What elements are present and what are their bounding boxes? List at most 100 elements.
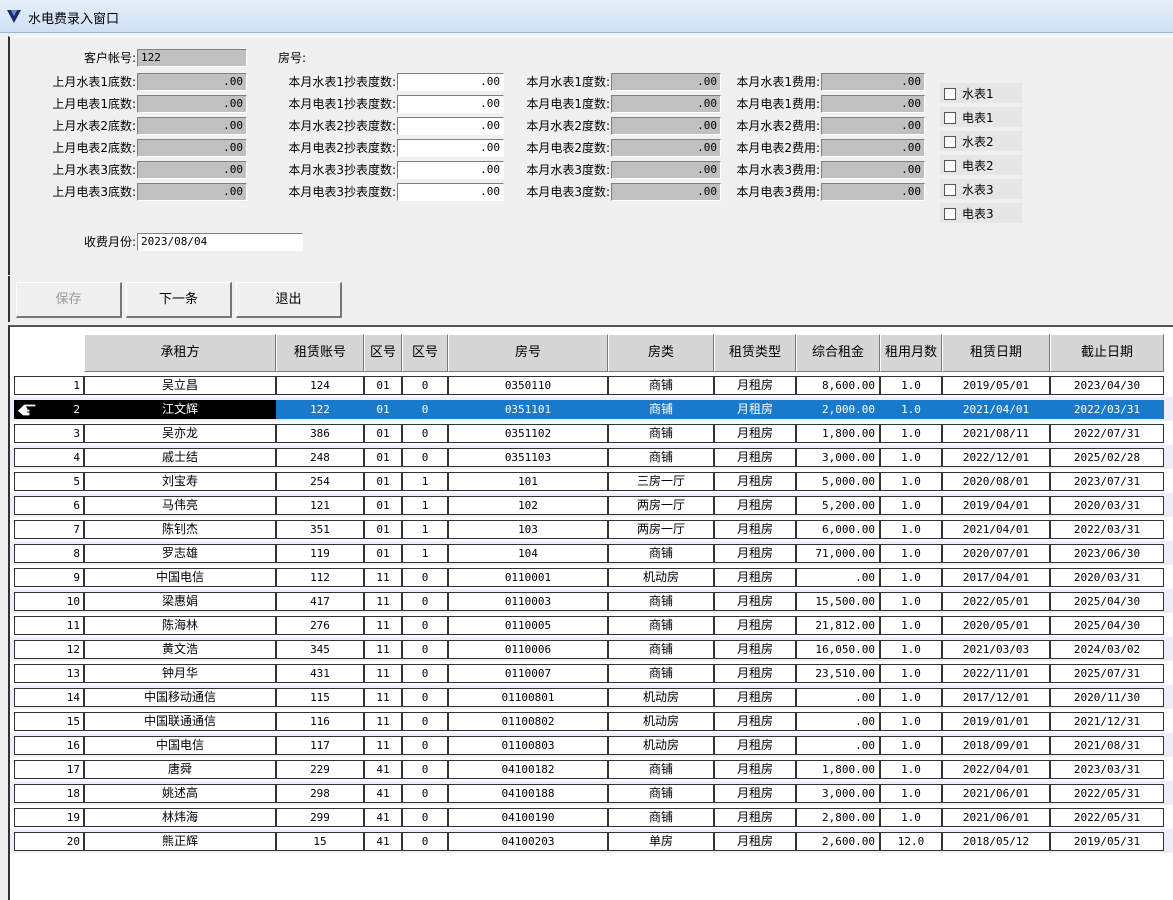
cell-tenant[interactable]: 黄文浩	[84, 640, 276, 659]
column-header[interactable]: 租赁账号	[276, 334, 364, 372]
cell-zone1[interactable]: 41	[364, 808, 402, 827]
cell-room[interactable]: 0110007	[448, 664, 608, 683]
cell-start[interactable]: 2019/01/01	[942, 712, 1050, 731]
cell-zone1[interactable]: 11	[364, 568, 402, 587]
cell-acct[interactable]: 229	[276, 760, 364, 779]
cell-type[interactable]: 商铺	[608, 448, 714, 467]
cell-room[interactable]: 102	[448, 496, 608, 515]
cell-acct[interactable]: 248	[276, 448, 364, 467]
cell-lease[interactable]: 月租房	[714, 760, 796, 779]
cell-end[interactable]: 2022/05/31	[1050, 784, 1164, 803]
cell-room[interactable]: 0110003	[448, 592, 608, 611]
cell-rent[interactable]: 2,000.00	[796, 400, 880, 419]
cell-zone2[interactable]: 0	[402, 616, 448, 635]
cell-zone2[interactable]: 0	[402, 784, 448, 803]
cell-zone1[interactable]: 01	[364, 496, 402, 515]
meter-usage-field[interactable]: .00	[611, 117, 721, 135]
cell-months[interactable]: 1.0	[880, 424, 942, 443]
cell-acct[interactable]: 119	[276, 544, 364, 563]
cell-tenant[interactable]: 熊正辉	[84, 832, 276, 851]
cell-room[interactable]: 0351103	[448, 448, 608, 467]
cell-room[interactable]: 101	[448, 472, 608, 491]
cell-start[interactable]: 2022/05/01	[942, 592, 1050, 611]
cell-type[interactable]: 三房一厅	[608, 472, 714, 491]
cell-room[interactable]: 0110001	[448, 568, 608, 587]
cell-acct[interactable]: 345	[276, 640, 364, 659]
cell-rent[interactable]: 8,600.00	[796, 376, 880, 395]
meter-prev-field[interactable]: .00	[137, 183, 247, 201]
checkbox-box[interactable]	[944, 136, 956, 148]
cell-zone2[interactable]: 0	[402, 640, 448, 659]
cell-tenant[interactable]: 刘宝寿	[84, 472, 276, 491]
checkbox-box[interactable]	[944, 208, 956, 220]
column-header[interactable]: 租赁类型	[714, 334, 796, 372]
meter-checkbox[interactable]: 电表1	[940, 107, 1022, 127]
cell-tenant[interactable]: 陈钊杰	[84, 520, 276, 539]
meter-reading-field[interactable]: .00	[397, 183, 504, 201]
cell-lease[interactable]: 月租房	[714, 808, 796, 827]
cell-end[interactable]: 2022/05/31	[1050, 808, 1164, 827]
cell-start[interactable]: 2021/06/01	[942, 808, 1050, 827]
cell-type[interactable]: 商铺	[608, 592, 714, 611]
cell-rent[interactable]: 6,000.00	[796, 520, 880, 539]
cell-rent[interactable]: 16,050.00	[796, 640, 880, 659]
cell-tenant[interactable]: 梁惠娟	[84, 592, 276, 611]
cell-rent[interactable]: 71,000.00	[796, 544, 880, 563]
cell-months[interactable]: 1.0	[880, 520, 942, 539]
cell-type[interactable]: 商铺	[608, 664, 714, 683]
cell-zone1[interactable]: 11	[364, 640, 402, 659]
cell-acct[interactable]: 122	[276, 400, 364, 419]
cell-acct[interactable]: 299	[276, 808, 364, 827]
cell-months[interactable]: 1.0	[880, 592, 942, 611]
table-row[interactable]: 12 黄文浩 345 11 0 0110006 商铺 月租房 16,050.00 1.0 2021/…	[10, 637, 1173, 661]
checkbox-box[interactable]	[944, 112, 956, 124]
column-header[interactable]: 区号	[402, 334, 448, 372]
meter-reading-field[interactable]: .00	[397, 73, 504, 91]
cell-tenant[interactable]: 唐舜	[84, 760, 276, 779]
cell-months[interactable]: 1.0	[880, 400, 942, 419]
cell-lease[interactable]: 月租房	[714, 472, 796, 491]
table-row[interactable]: 9 中国电信 112 11 0 0110001 机动房 月租房 .00 1.0 2017/04/01…	[10, 565, 1173, 589]
cell-months[interactable]: 1.0	[880, 496, 942, 515]
cell-months[interactable]: 1.0	[880, 688, 942, 707]
cell-type[interactable]: 商铺	[608, 400, 714, 419]
account-field[interactable]: 122	[137, 49, 247, 67]
cell-tenant[interactable]: 罗志雄	[84, 544, 276, 563]
cell-months[interactable]: 1.0	[880, 376, 942, 395]
meter-reading-field[interactable]: .00	[397, 161, 504, 179]
cell-acct[interactable]: 15	[276, 832, 364, 851]
cell-zone2[interactable]: 0	[402, 760, 448, 779]
cell-acct[interactable]: 124	[276, 376, 364, 395]
cell-lease[interactable]: 月租房	[714, 424, 796, 443]
cell-end[interactable]: 2022/03/31	[1050, 400, 1164, 419]
cell-end[interactable]: 2020/03/31	[1050, 496, 1164, 515]
table-row[interactable]: 3 吴亦龙 386 01 0 0351102 商铺 月租房 1,800.00 1.0 2021/08…	[10, 421, 1173, 445]
cell-zone2[interactable]: 1	[402, 544, 448, 563]
cell-start[interactable]: 2019/05/01	[942, 376, 1050, 395]
cell-rent[interactable]: .00	[796, 712, 880, 731]
cell-zone1[interactable]: 01	[364, 424, 402, 443]
meter-fee-field[interactable]: .00	[821, 139, 925, 157]
meter-checkbox[interactable]: 水表1	[940, 83, 1022, 103]
cell-acct[interactable]: 121	[276, 496, 364, 515]
cell-acct[interactable]: 254	[276, 472, 364, 491]
cell-end[interactable]: 2023/04/30	[1050, 376, 1164, 395]
cell-zone1[interactable]: 01	[364, 400, 402, 419]
cell-zone1[interactable]: 11	[364, 736, 402, 755]
cell-rent[interactable]: .00	[796, 688, 880, 707]
cell-tenant[interactable]: 中国电信	[84, 736, 276, 755]
cell-months[interactable]: 1.0	[880, 736, 942, 755]
cell-room[interactable]: 0110005	[448, 616, 608, 635]
cell-zone1[interactable]: 41	[364, 784, 402, 803]
cell-acct[interactable]: 417	[276, 592, 364, 611]
cell-lease[interactable]: 月租房	[714, 640, 796, 659]
cell-type[interactable]: 机动房	[608, 712, 714, 731]
checkbox-box[interactable]	[944, 184, 956, 196]
cell-acct[interactable]: 431	[276, 664, 364, 683]
cell-end[interactable]: 2020/03/31	[1050, 568, 1164, 587]
cell-tenant[interactable]: 戚士结	[84, 448, 276, 467]
cell-type[interactable]: 机动房	[608, 568, 714, 587]
cell-type[interactable]: 商铺	[608, 544, 714, 563]
cell-start[interactable]: 2021/04/01	[942, 520, 1050, 539]
cell-tenant[interactable]: 江文辉	[84, 400, 276, 419]
